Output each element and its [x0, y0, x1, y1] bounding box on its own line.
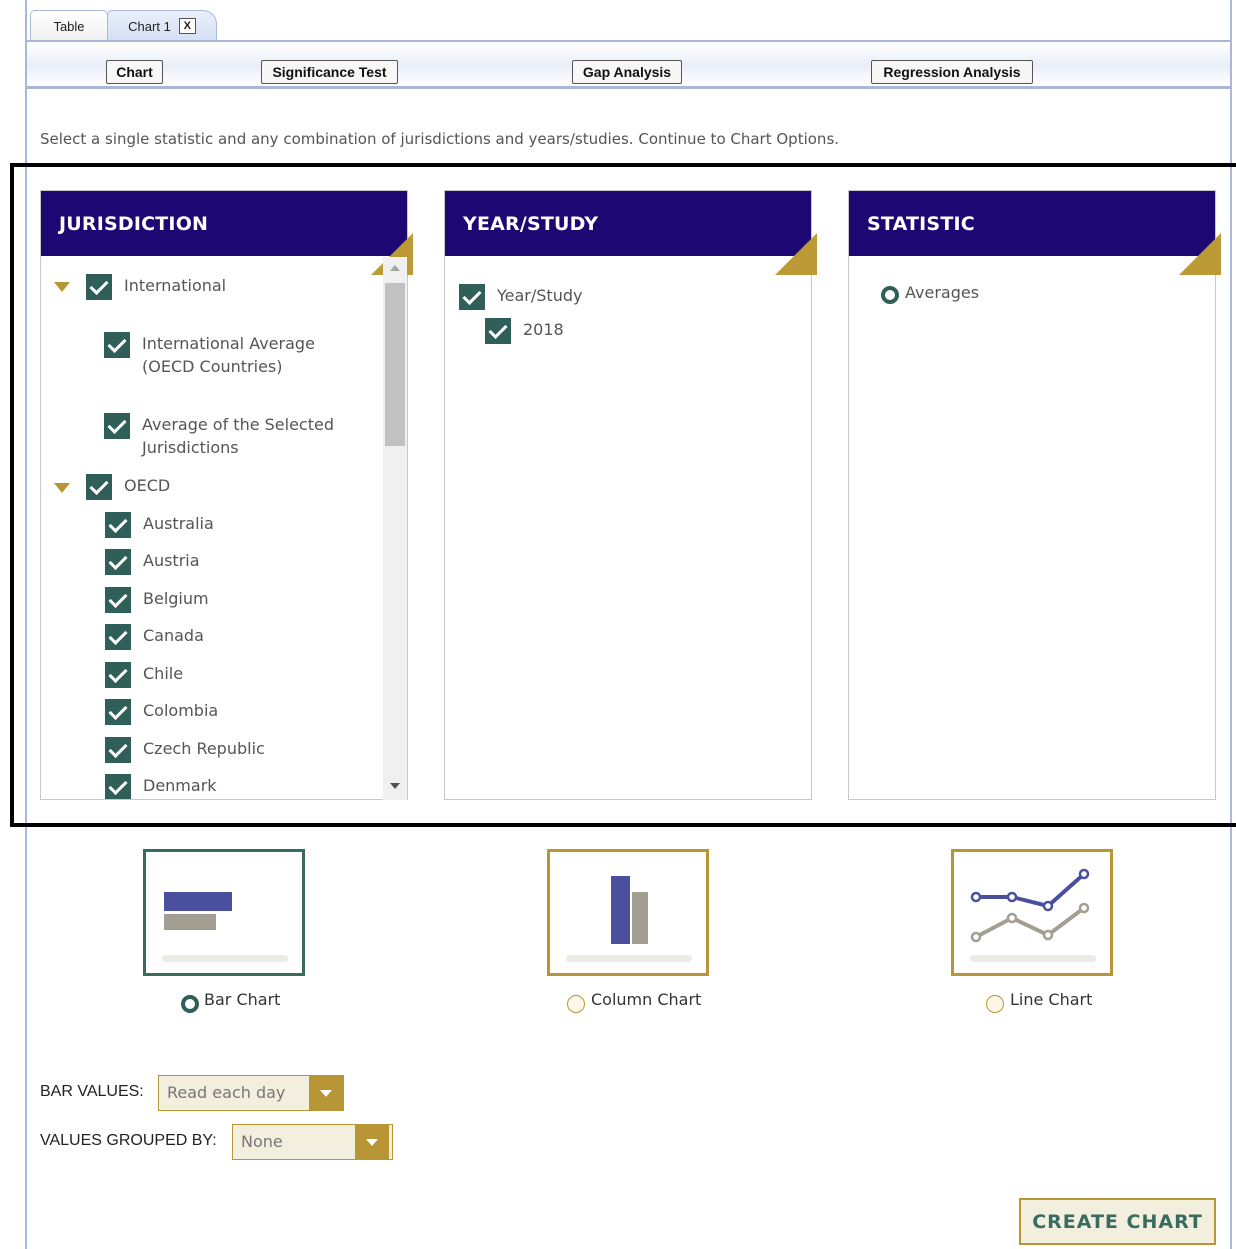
checkbox-czech-republic[interactable] [105, 737, 131, 763]
checkbox-international[interactable] [86, 274, 112, 300]
corner-fold-icon [1179, 191, 1221, 275]
list-item-label: Belgium [143, 589, 209, 608]
radio-averages[interactable] [881, 286, 899, 304]
corner-fold-icon [775, 191, 817, 275]
bar-values-value: Read each day [167, 1083, 286, 1102]
tab-chart-1-label: Chart 1 [128, 18, 171, 34]
checkbox-year-study[interactable] [459, 284, 485, 310]
bar-values-label: BAR VALUES: [40, 1083, 144, 1100]
jurisdiction-list: International International Average (OEC… [41, 257, 383, 799]
list-item-label: Colombia [143, 701, 219, 720]
group-label-international: International [124, 276, 227, 295]
checkbox-austria[interactable] [105, 549, 131, 575]
scroll-up-arrow-icon[interactable] [390, 265, 400, 271]
checkbox-international-average[interactable] [104, 332, 130, 358]
list-item-label: Chile [143, 664, 184, 683]
checkbox-oecd[interactable] [86, 474, 112, 500]
grouped-by-label: VALUES GROUPED BY: [40, 1132, 217, 1149]
line-chart-tile[interactable] [951, 849, 1113, 976]
list-item-label: Denmark [143, 776, 217, 795]
scroll-down-arrow-icon[interactable] [390, 783, 400, 789]
checkbox-belgium[interactable] [105, 587, 131, 613]
statistic-option-label: Averages [905, 283, 980, 302]
statistic-panel: STATISTIC Averages [848, 190, 1221, 800]
significance-test-button[interactable]: Significance Test [261, 60, 398, 84]
list-item-label: Czech Republic [143, 739, 265, 758]
gap-analysis-button[interactable]: Gap Analysis [572, 60, 682, 84]
year-study-title: YEAR/STUDY [463, 213, 599, 235]
jurisdiction-title: JURISDICTION [59, 213, 209, 235]
jurisdiction-scrollbar[interactable] [383, 257, 407, 800]
checkbox-australia[interactable] [105, 512, 131, 538]
checkbox-2018[interactable] [485, 318, 511, 344]
toolbar-divider [27, 86, 1230, 89]
list-item-label: Average of the Selected Jurisdictions [142, 415, 334, 457]
grouped-by-select[interactable]: None [232, 1124, 393, 1160]
checkbox-selected-average[interactable] [104, 413, 130, 439]
radio-column-chart[interactable] [567, 995, 585, 1013]
regression-analysis-button[interactable]: Regression Analysis [871, 60, 1033, 84]
tab-table-label: Table [53, 18, 85, 34]
line-chart-icon [970, 868, 1096, 962]
tab-chart-1[interactable]: Chart 1 X [107, 10, 217, 41]
bar-chart-label: Bar Chart [204, 990, 281, 1009]
column-chart-icon [566, 876, 692, 962]
statistic-title: STATISTIC [867, 213, 975, 235]
chevron-down-icon[interactable] [309, 1076, 343, 1110]
list-item-label: Canada [143, 626, 204, 645]
expand-triangle-icon[interactable] [54, 282, 70, 292]
column-chart-label: Column Chart [591, 990, 702, 1009]
list-item-label: International Average (OECD Countries) [142, 334, 315, 376]
expand-triangle-icon[interactable] [54, 483, 70, 493]
create-chart-button[interactable]: CREATE CHART [1019, 1198, 1216, 1245]
statistic-header: STATISTIC [849, 191, 1221, 275]
radio-line-chart[interactable] [986, 995, 1004, 1013]
year-study-panel: YEAR/STUDY Year/Study 2018 [444, 190, 817, 800]
list-item-label: Austria [143, 551, 200, 570]
bar-values-select[interactable]: Read each day [158, 1075, 344, 1111]
bar-chart-icon [162, 892, 288, 962]
grouped-by-value: None [241, 1132, 283, 1151]
tab-table[interactable]: Table [30, 10, 108, 41]
instructions-text: Select a single statistic and any combin… [40, 130, 840, 148]
checkbox-colombia[interactable] [105, 699, 131, 725]
jurisdiction-header: JURISDICTION [41, 191, 413, 275]
chart-button[interactable]: Chart [106, 60, 163, 84]
bar-chart-tile[interactable] [143, 849, 305, 976]
group-label-year-study: Year/Study [497, 286, 583, 305]
line-chart-label: Line Chart [1010, 990, 1093, 1009]
list-item-label: Australia [143, 514, 214, 533]
close-tab-icon[interactable]: X [178, 18, 196, 34]
checkbox-chile[interactable] [105, 662, 131, 688]
radio-bar-chart[interactable] [181, 995, 199, 1013]
checkbox-denmark[interactable] [105, 774, 131, 799]
year-study-header: YEAR/STUDY [445, 191, 817, 275]
chevron-down-icon[interactable] [355, 1125, 389, 1159]
column-chart-tile[interactable] [547, 849, 709, 976]
tab-divider [27, 40, 1230, 42]
group-label-oecd: OECD [124, 476, 171, 495]
checkbox-canada[interactable] [105, 624, 131, 650]
scroll-thumb[interactable] [385, 283, 405, 446]
list-item-label: 2018 [523, 320, 564, 339]
jurisdiction-panel: JURISDICTION International International… [40, 190, 413, 800]
